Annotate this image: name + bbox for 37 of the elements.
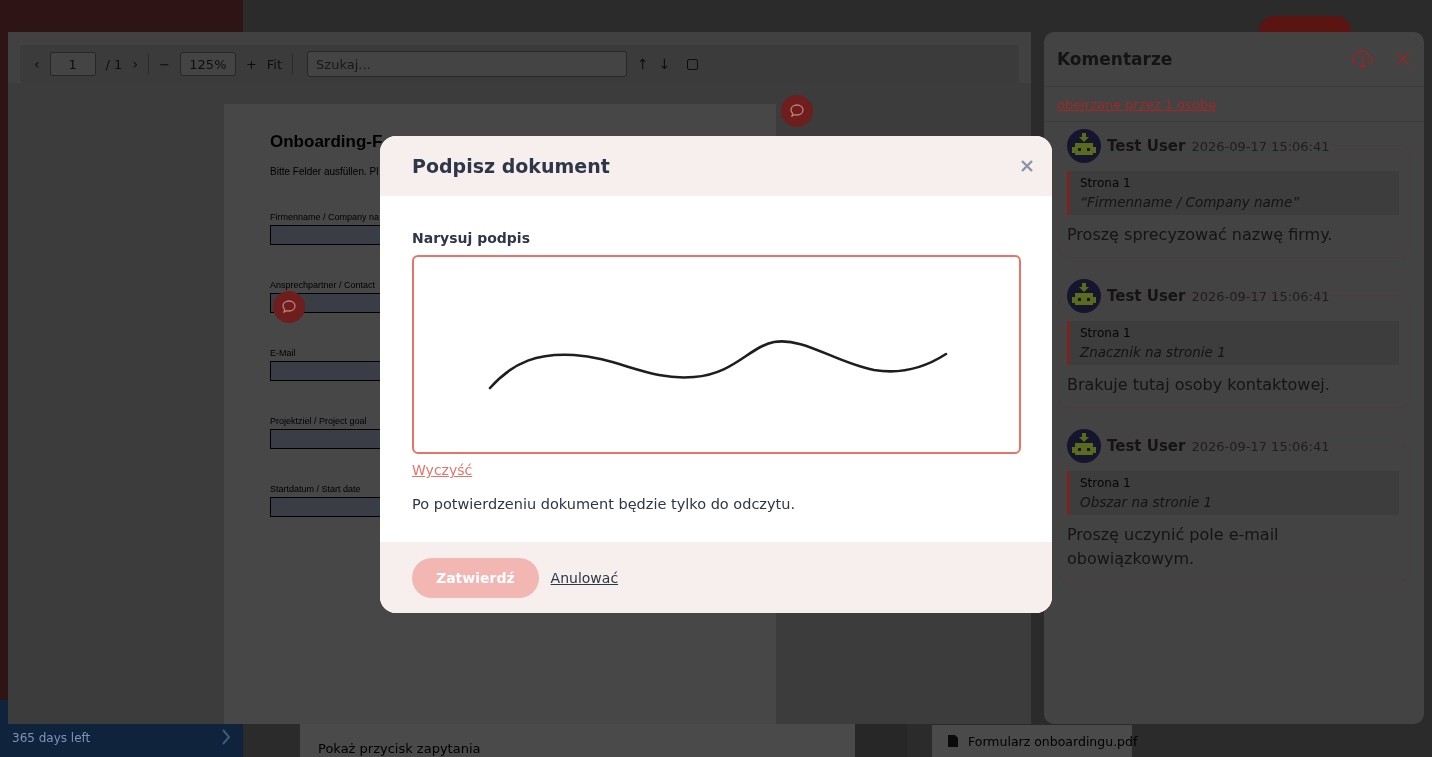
- seen-by-link[interactable]: obejrzane przez 1 osobę: [1057, 96, 1217, 112]
- form-field-label: E-Mail: [270, 349, 296, 358]
- dialog-title: Podpisz dokument: [412, 155, 611, 177]
- info-text: Po potwierdzeniu dokument będzie tylko do odczytu.: [412, 496, 796, 512]
- avatar-icon: [1067, 429, 1101, 463]
- quote-page: Strona 1: [1080, 476, 1132, 490]
- cancel-link[interactable]: Anulować: [550, 569, 619, 586]
- form-field-label: Ansprechpartner / Contact: [270, 281, 376, 290]
- clear-link[interactable]: Wyczyść: [412, 462, 473, 478]
- highlight-checkbox[interactable]: [686, 58, 698, 70]
- document-intro: Bitte Felder ausfüllen. Pl: [270, 166, 379, 177]
- quote-page: Strona 1: [1080, 326, 1132, 340]
- canvas-label: Narysuj podpis: [412, 230, 530, 246]
- chevron-icon: [221, 729, 231, 745]
- speech-bubble-icon: [789, 103, 805, 119]
- avatar-icon: [1067, 279, 1101, 313]
- avatar-icon: [1067, 129, 1101, 163]
- days-left-text: 365 days left: [12, 731, 91, 745]
- form-field-label: Projektziel / Project goal: [270, 417, 367, 426]
- cloud-download-icon: [1352, 49, 1374, 69]
- zoom-out-button[interactable]: −: [159, 56, 170, 72]
- close-icon: [1396, 52, 1410, 66]
- previous-page-button[interactable]: ‹: [34, 56, 40, 72]
- signature-pad[interactable]: [412, 255, 1021, 454]
- form-field-label: Startdatum / Start date: [270, 485, 361, 494]
- speech-bubble-icon: [281, 299, 297, 315]
- next-page-button[interactable]: ›: [132, 56, 138, 72]
- document-title: Onboarding-F: [270, 132, 383, 152]
- attachment-name: Formularz onboardingu.pdf: [968, 733, 1138, 749]
- zoom-in-button[interactable]: +: [245, 56, 257, 72]
- option-label: Pokaż przycisk zapytania: [318, 741, 481, 756]
- file-icon: [948, 735, 958, 747]
- close-icon: [1020, 159, 1034, 173]
- search-previous-button[interactable]: ↑: [637, 56, 649, 72]
- comment-marker[interactable]: [781, 95, 813, 127]
- search-next-button[interactable]: ↓: [658, 56, 671, 72]
- quote-page: Strona 1: [1080, 176, 1132, 190]
